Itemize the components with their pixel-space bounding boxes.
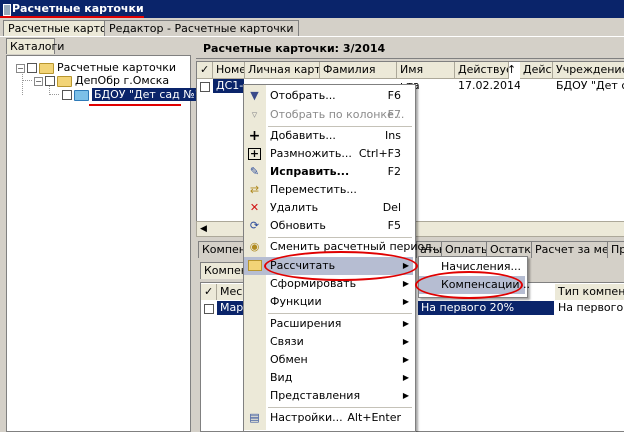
period-icon: ◉: [249, 240, 260, 253]
menu-item-filter[interactable]: ▼ Отобрать... F6: [244, 87, 413, 105]
menu-item-edit[interactable]: ✎ Исправить... F2: [244, 163, 413, 181]
row-checkbox[interactable]: [197, 79, 210, 93]
tree-item-label: ДепОбр г.Омска: [75, 74, 170, 87]
menu-item-exchange[interactable]: Обмен ▶: [244, 351, 413, 369]
menu-item-view[interactable]: Вид ▶: [244, 369, 413, 387]
window-title: Расчетные карточки: [12, 2, 144, 15]
menu-item-settings[interactable]: ▤ Настройки... Alt+Enter: [244, 409, 413, 427]
tree-line: [22, 72, 23, 95]
column-header-institution[interactable]: Учреждение: [553, 62, 624, 79]
annotation-underline-title: [0, 16, 144, 18]
column-header-personal-card[interactable]: Личная карточк: [245, 62, 320, 79]
menu-item-refresh[interactable]: ⟳ Обновить F5: [244, 217, 413, 235]
open-folder-icon: [74, 89, 89, 101]
submenu-arrow-icon: ▶: [402, 337, 409, 346]
menu-separator: [268, 313, 412, 314]
panel-title: Расчетные карточки: 3/2014: [203, 42, 386, 55]
delete-x-icon: ✕: [249, 201, 260, 214]
column-filter-icon: ▿: [251, 108, 258, 121]
column-header-name[interactable]: Имя: [397, 62, 455, 79]
refresh-icon: ⟳: [249, 219, 260, 232]
menu-item-delete[interactable]: ✕ Удалить Del: [244, 199, 413, 217]
collapse-icon[interactable]: −: [16, 63, 25, 73]
tree-item-label: Расчетные карточки: [57, 61, 177, 74]
menu-item-links[interactable]: Связи ▶: [244, 333, 413, 351]
annotation-oval-calculate: [264, 251, 418, 281]
annotation-oval-compensations: [415, 271, 523, 299]
submenu-arrow-icon: ▶: [402, 297, 409, 306]
checkbox[interactable]: [62, 90, 72, 100]
menu-item-filter-by-column[interactable]: ▿ Отобрать по колонке... F7: [244, 106, 413, 124]
tab-catalogs[interactable]: Каталоги: [6, 38, 64, 54]
column-header-comp-type[interactable]: Тип компенсаци: [555, 284, 624, 300]
plus-icon: +: [248, 128, 261, 144]
column-header-valid[interactable]: Действует: [455, 62, 509, 79]
column-header-valid-to[interactable]: Действ: [520, 62, 553, 79]
menu-item-extensions[interactable]: Расширения ▶: [244, 315, 413, 333]
tree-line: [22, 80, 32, 81]
row-checkbox[interactable]: [201, 301, 214, 315]
scroll-left-icon[interactable]: ◀: [200, 224, 207, 234]
cell-number[interactable]: ДС1-2: [213, 79, 244, 93]
settings-icon: ▤: [249, 411, 260, 424]
tab-editor[interactable]: Редактор - Расчетные карточки: [104, 20, 299, 37]
cell-compensation[interactable]: На первого 20%: [418, 301, 554, 315]
tree-item-kindergarten[interactable]: БДОУ "Дет сад №1": [62, 88, 209, 102]
submenu-arrow-icon: ▶: [402, 373, 409, 382]
folder-icon: [248, 260, 262, 272]
cell-month[interactable]: Март: [217, 301, 246, 315]
submenu-arrow-icon: ▶: [402, 279, 409, 288]
window-icon: [3, 4, 11, 16]
checkbox[interactable]: [45, 76, 55, 86]
column-header-number[interactable]: Номер: [213, 62, 245, 79]
submenu-arrow-icon: ▶: [402, 391, 409, 400]
menu-item-add[interactable]: + Добавить... Ins: [244, 127, 413, 145]
select-all-checkmark[interactable]: ✓: [201, 284, 217, 300]
cell-valid-date[interactable]: 17.02.2014: [455, 79, 520, 93]
menu-item-duplicate[interactable]: + Размножить... Ctrl+F3: [244, 145, 413, 163]
column-header-surname[interactable]: Фамилия: [320, 62, 397, 79]
menu-item-presentations[interactable]: Представления ▶: [244, 387, 413, 405]
tree-item-root[interactable]: − Расчетные карточки: [16, 61, 176, 75]
cell-institution[interactable]: БДОУ "Дет сад: [553, 79, 624, 93]
submenu-arrow-icon: ▶: [402, 355, 409, 364]
submenu-arrow-icon: ▶: [402, 319, 409, 328]
tab-divider: [0, 36, 624, 37]
filter-icon: ▼: [250, 89, 259, 102]
annotation-underline-tree: [89, 104, 181, 106]
plus-box-icon: +: [248, 147, 261, 160]
tab-more[interactable]: Пр: [607, 241, 624, 258]
folder-icon: [57, 75, 72, 87]
edit-icon: ✎: [249, 165, 260, 178]
tree-line: [49, 94, 59, 95]
menu-separator: [268, 407, 412, 408]
tree-item-label: БДОУ "Дет сад №1": [92, 88, 209, 101]
menu-item-functions[interactable]: Функции ▶: [244, 293, 413, 311]
checkbox[interactable]: [27, 63, 37, 73]
menu-item-move[interactable]: ⇄ Переместить...: [244, 181, 413, 199]
collapse-icon[interactable]: −: [34, 76, 43, 86]
move-icon: ⇄: [249, 183, 260, 196]
catalog-tree: [6, 55, 191, 432]
folder-icon: [39, 62, 54, 74]
cell-comp-type[interactable]: На первого ребе: [555, 301, 624, 315]
sort-ascending-icon: ↑: [507, 63, 517, 76]
select-all-checkmark[interactable]: ✓: [197, 62, 213, 79]
tree-item-department[interactable]: − ДепОбр г.Омска: [34, 74, 169, 88]
